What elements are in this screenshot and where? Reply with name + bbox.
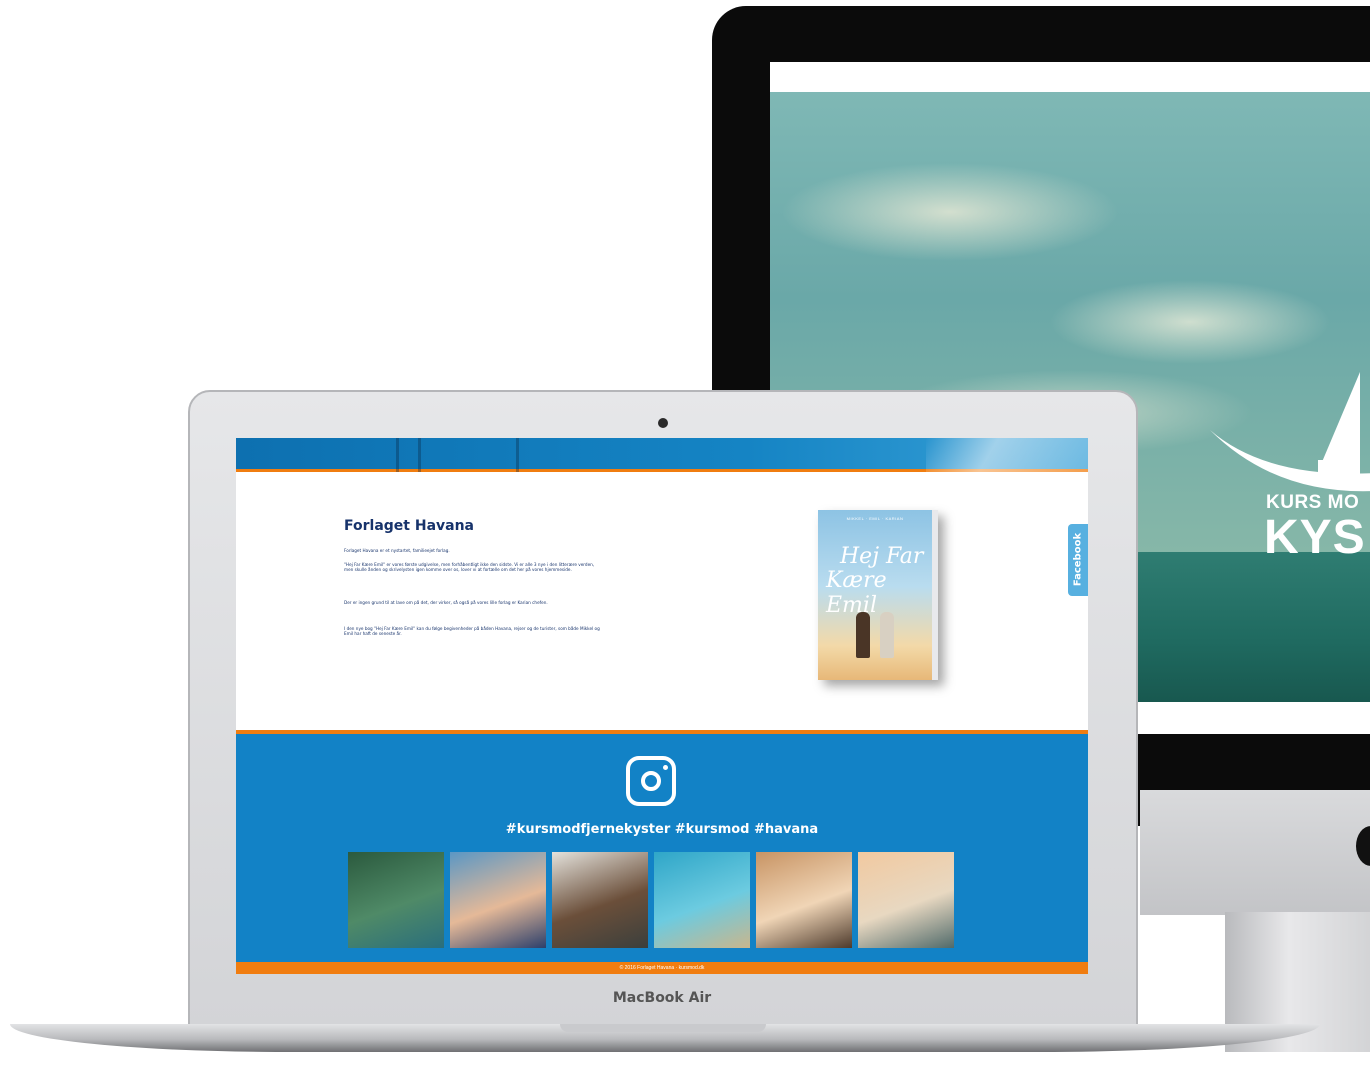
book-title-line2: Kære Emil — [826, 568, 887, 618]
book-title-line1: Hej Far — [840, 544, 924, 569]
photo-sunset-harbor[interactable] — [858, 852, 954, 948]
facebook-tab[interactable]: Facebook — [1068, 524, 1088, 596]
laptop-screen: Forlaget Havana Forlaget Havana er et ny… — [236, 438, 1088, 974]
mast-decoration — [418, 438, 421, 472]
imac-logo-line2: KYS — [1264, 511, 1366, 564]
instagram-lens — [641, 771, 661, 791]
instagram-section: #kursmodfjernekyster #kursmod #havana — [236, 730, 1088, 974]
laptop-notch — [560, 1024, 766, 1032]
about-paragraph: I den nye bog "Hej Far Kære Emil" kan du… — [344, 626, 600, 637]
laptop-brand-label: MacBook Air — [612, 990, 712, 1006]
instagram-hashtags: #kursmodfjernekyster #kursmod #havana — [505, 822, 819, 837]
about-title: Forlaget Havana — [344, 518, 474, 534]
instagram-dot — [663, 765, 668, 770]
about-paragraph: Forlaget Havana er et nystartet, familie… — [344, 548, 450, 553]
imac-chin — [1140, 790, 1370, 915]
about-paragraph: "Hej Far Kære Emil" er vores første udgi… — [344, 562, 595, 573]
instagram-icon[interactable] — [626, 756, 676, 806]
mast-decoration — [516, 438, 519, 472]
photo-couple-closeup[interactable] — [756, 852, 852, 948]
photo-couple-smiling[interactable] — [450, 852, 546, 948]
site-header — [236, 438, 1088, 472]
book-figure — [856, 612, 870, 658]
mast-decoration — [396, 438, 399, 472]
site-footer: © 2016 Forlaget Havana · kursmod.dk — [236, 962, 1088, 974]
book-authors: MIKKEL · EMIL · KARIAN — [846, 516, 904, 521]
photo-boat-cockpit[interactable] — [552, 852, 648, 948]
book-figure — [880, 612, 894, 658]
facebook-tab-label: Facebook — [1072, 532, 1084, 587]
about-paragraph: Der er ingen grund til at lave om på det… — [344, 600, 548, 605]
photo-clear-water[interactable] — [654, 852, 750, 948]
webcam-icon — [658, 418, 668, 428]
book-cover[interactable]: MIKKEL · EMIL · KARIAN Hej Far Kære Emil — [818, 510, 938, 680]
screen-glare — [926, 438, 1088, 472]
photo-lagoon[interactable] — [348, 852, 444, 948]
